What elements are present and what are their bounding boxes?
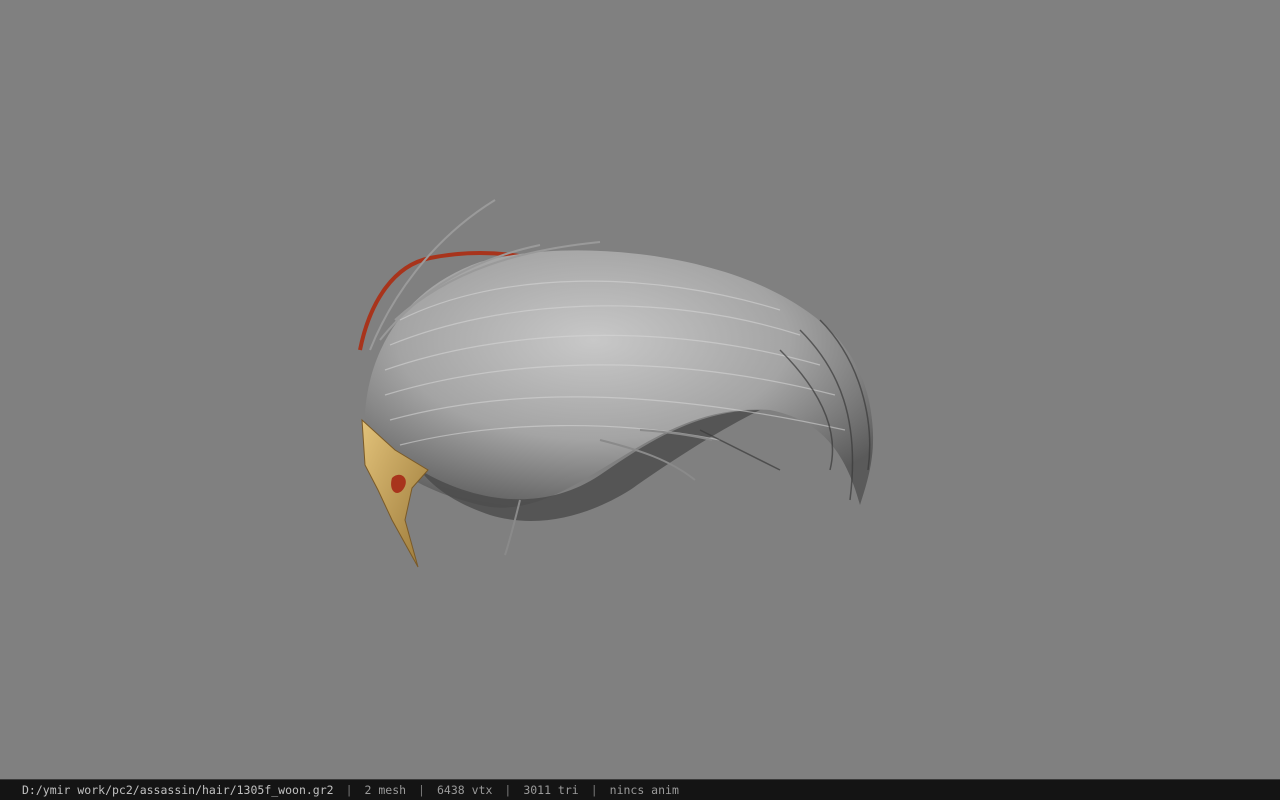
mesh-count: 2 mesh <box>364 783 407 797</box>
vertex-count: 6438 vtx <box>436 783 493 797</box>
separator: | <box>504 783 512 797</box>
animation-status: nincs anim <box>609 783 679 797</box>
separator: | <box>418 783 425 797</box>
separator: | <box>345 783 353 797</box>
hair-model-render <box>358 199 874 568</box>
triangle-count: 3011 tri <box>523 783 579 797</box>
status-bar: D:/ymir work/pc2/assassin/hair/1305f_woo… <box>0 779 1280 800</box>
separator: | <box>590 783 598 797</box>
file-path: D:/ymir work/pc2/assassin/hair/1305f_woo… <box>22 783 334 797</box>
3d-viewport[interactable] <box>0 0 1280 779</box>
